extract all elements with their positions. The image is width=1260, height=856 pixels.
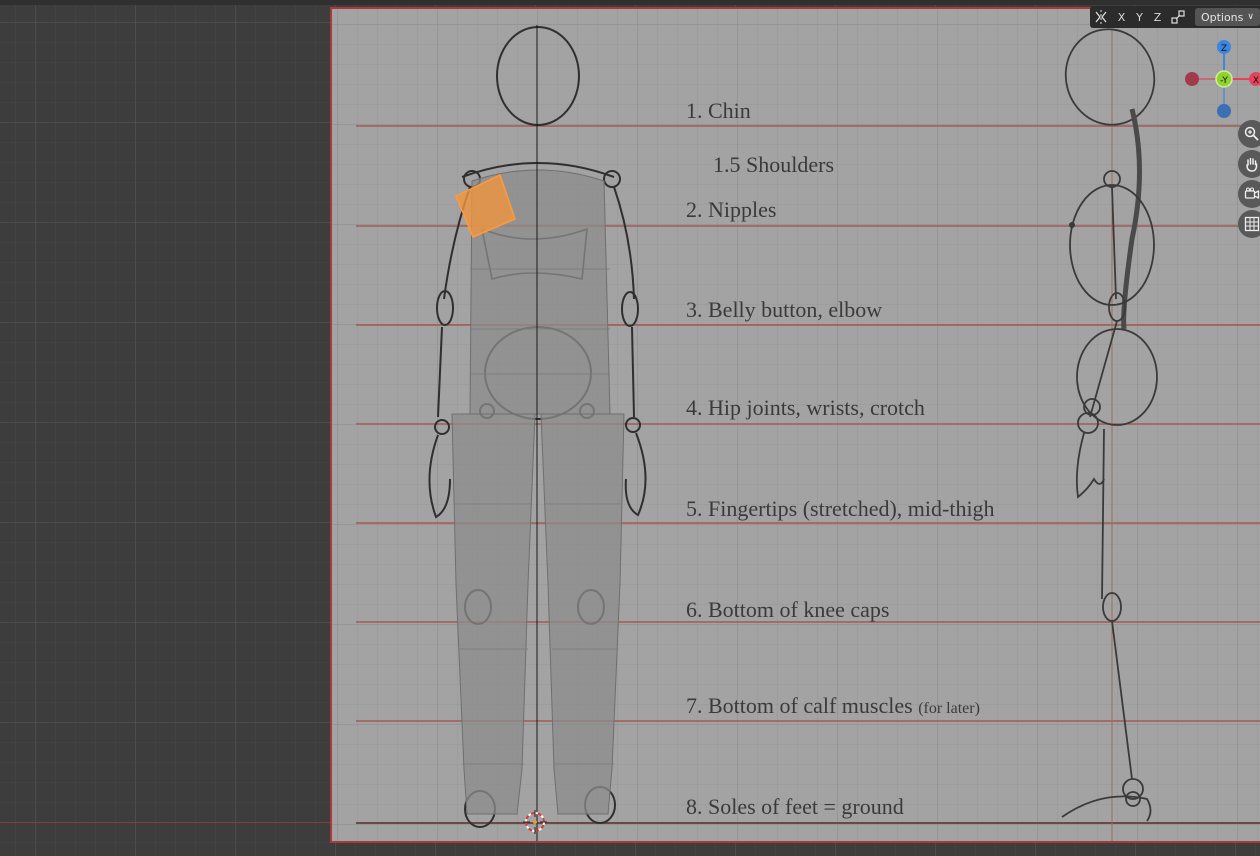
viewport-header-tools: X Y Z Options ∨ (1090, 6, 1260, 28)
reference-image[interactable]: 1. Chin 1.5 Shoulders 2. Nipples 3. Bell… (330, 7, 1260, 843)
zoom-icon[interactable] (1238, 120, 1260, 148)
label-calves: 7. Bottom of calf muscles (for later) (686, 695, 980, 717)
label-hips: 4. Hip joints, wrists, crotch (686, 395, 925, 420)
label-nipples: 2. Nipples (686, 197, 777, 222)
gizmo-neg-y-label: -Y (1220, 76, 1228, 86)
navigation-gizmo[interactable]: Z X -Y (1176, 36, 1260, 120)
gizmo-neg-z-axis[interactable] (1217, 104, 1231, 118)
gizmo-z-label: Z (1221, 44, 1227, 54)
gizmo-x-label: X (1253, 76, 1259, 86)
grid-icon[interactable] (1238, 210, 1260, 238)
label-belly: 3. Belly button, elbow (686, 297, 883, 322)
label-soles: 8. Soles of feet = ground (686, 794, 904, 819)
label-calves-main: 7. Bottom of calf muscles (686, 693, 913, 718)
label-knees: 6. Bottom of knee caps (686, 597, 890, 622)
mirror-z-toggle[interactable]: Z (1148, 7, 1166, 27)
options-label: Options (1200, 10, 1244, 24)
chevron-down-icon: ∨ (1247, 12, 1254, 22)
gizmo-neg-x-axis[interactable] (1185, 72, 1199, 86)
snap-icon[interactable] (1166, 7, 1188, 27)
3d-cursor-icon[interactable] (522, 809, 548, 835)
options-dropdown[interactable]: Options ∨ (1194, 8, 1260, 26)
mirror-y-toggle[interactable]: Y (1130, 7, 1148, 27)
label-calves-note: (for later) (918, 700, 980, 717)
label-chin: 1. Chin (686, 98, 751, 123)
label-shoulders: 1.5 Shoulders (713, 152, 834, 177)
mirror-icon[interactable] (1090, 7, 1112, 27)
label-fingertips: 5. Fingertips (stretched), mid-thigh (686, 496, 995, 521)
hand-pan-icon[interactable] (1238, 150, 1260, 178)
mirror-x-toggle[interactable]: X (1112, 7, 1130, 27)
viewport-top-border (0, 0, 1260, 5)
camera-icon[interactable] (1238, 180, 1260, 208)
